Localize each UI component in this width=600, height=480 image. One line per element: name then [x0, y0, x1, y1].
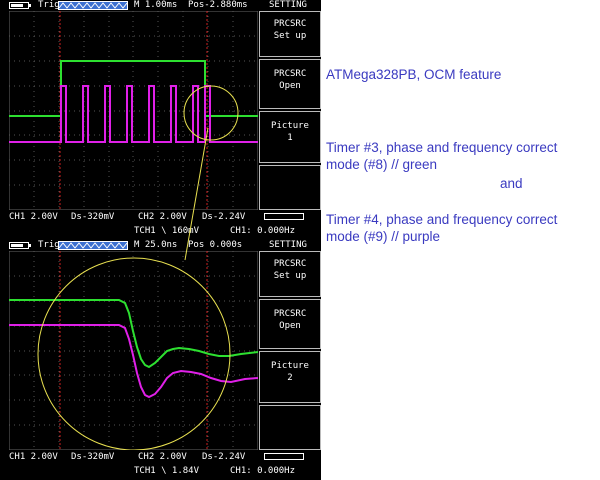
- and-note: and: [500, 176, 523, 191]
- zoom-connector-line: [184, 127, 209, 261]
- chip-title-note: ATMega328PB, OCM feature: [326, 67, 502, 82]
- timer4-note: Timer #4, phase and frequency correct mo…: [326, 212, 558, 244]
- timer3-note: Timer #3, phase and frequency correct mo…: [326, 140, 558, 172]
